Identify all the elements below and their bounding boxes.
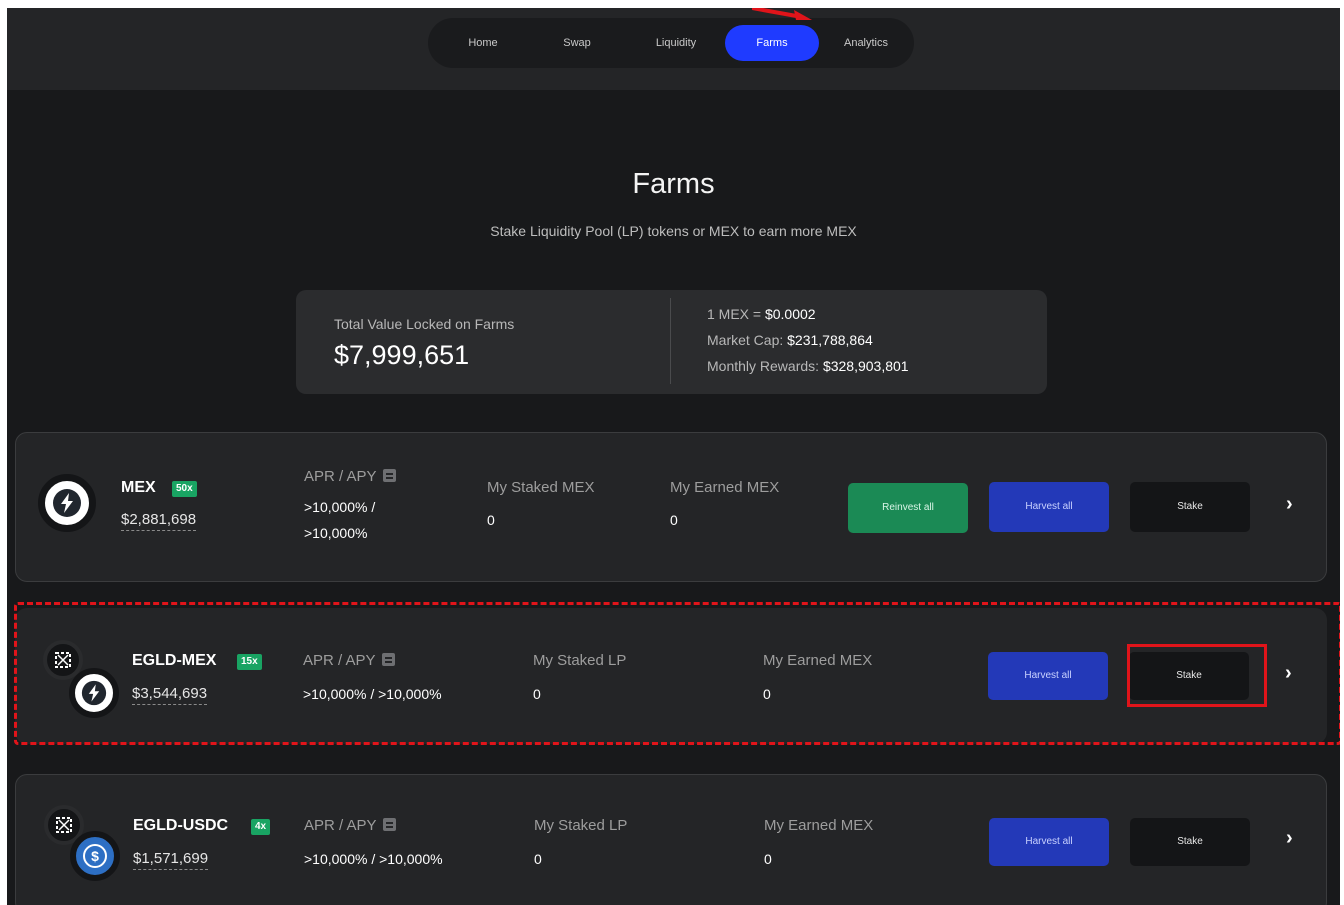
apr-value-line1: >10,000% / <box>304 499 376 515</box>
staked-label: My Staked MEX <box>487 479 595 496</box>
mex-token-icon <box>69 668 119 718</box>
stake-button[interactable]: Stake <box>1130 482 1250 532</box>
farm-name: MEX <box>121 479 156 496</box>
annotation-arrow <box>752 8 812 20</box>
apr-value: >10,000% / >10,000% <box>303 686 442 702</box>
page-title: Farms <box>632 168 715 200</box>
earned-value: 0 <box>764 851 772 867</box>
farm-tvl[interactable]: $1,571,699 <box>133 850 209 870</box>
apr-value: >10,000% / >10,000% <box>304 851 443 867</box>
staked-value: 0 <box>534 851 542 867</box>
tvl-value: $7,999,651 <box>334 340 470 370</box>
multiplier-badge: 4x <box>251 819 271 835</box>
usdc-token-icon: $ <box>70 831 120 881</box>
apr-label: APR / APY <box>304 817 396 834</box>
page-subtitle: Stake Liquidity Pool (LP) tokens or MEX … <box>490 223 857 239</box>
nav-swap[interactable]: Swap <box>542 25 612 61</box>
staked-value: 0 <box>487 512 495 528</box>
nav-home[interactable]: Home <box>450 25 516 61</box>
main-nav: Home Swap Liquidity Farms Analytics <box>428 18 914 68</box>
harvest-all-button[interactable]: Harvest all <box>988 652 1108 700</box>
earned-label: My Earned MEX <box>763 652 873 669</box>
staked-label: My Staked LP <box>533 652 627 669</box>
mex-price: 1 MEX = $0.0002 <box>707 306 816 322</box>
staked-value: 0 <box>533 686 541 702</box>
farm-tvl[interactable]: $3,544,693 <box>132 685 208 705</box>
harvest-all-button[interactable]: Harvest all <box>989 482 1109 532</box>
earned-value: 0 <box>763 686 771 702</box>
calculator-icon[interactable] <box>382 818 396 831</box>
apr-label: APR / APY <box>303 652 395 669</box>
market-cap: Market Cap: $231,788,864 <box>707 332 873 348</box>
stats-divider <box>670 298 671 384</box>
app-window: Home Swap Liquidity Farms Analytics Farm… <box>7 8 1340 905</box>
chevron-right-icon[interactable]: › <box>1286 493 1293 516</box>
farm-card-egld-mex: EGLD-MEX 15x $3,544,693 APR / APY >10,00… <box>15 608 1327 744</box>
stake-button[interactable]: Stake <box>1130 818 1250 866</box>
farm-name: EGLD-USDC <box>133 817 229 834</box>
stats-panel: Total Value Locked on Farms $7,999,651 1… <box>296 290 1047 394</box>
reinvest-all-button[interactable]: Reinvest all <box>848 483 968 533</box>
calculator-icon[interactable] <box>382 469 396 482</box>
apr-label: APR / APY <box>304 468 396 485</box>
farm-card-mex: MEX 50x $2,881,698 APR / APY >10,000% / … <box>15 432 1327 582</box>
mex-token-icon <box>38 474 96 532</box>
apr-value-line2: >10,000% <box>304 525 368 541</box>
monthly-rewards: Monthly Rewards: $328,903,801 <box>707 358 909 374</box>
nav-liquidity[interactable]: Liquidity <box>634 25 718 61</box>
earned-label: My Earned MEX <box>764 817 874 834</box>
stake-button[interactable]: Stake <box>1129 652 1249 700</box>
calculator-icon[interactable] <box>381 653 395 666</box>
nav-analytics[interactable]: Analytics <box>826 25 906 61</box>
farm-name: EGLD-MEX <box>132 652 217 669</box>
multiplier-badge: 50x <box>172 481 197 497</box>
staked-label: My Staked LP <box>534 817 628 834</box>
earned-value: 0 <box>670 512 678 528</box>
chevron-right-icon[interactable]: › <box>1285 662 1292 685</box>
harvest-all-button[interactable]: Harvest all <box>989 818 1109 866</box>
nav-farms[interactable]: Farms <box>725 25 819 61</box>
tvl-label: Total Value Locked on Farms <box>334 316 515 332</box>
farm-card-egld-usdc: $ EGLD-USDC 4x $1,571,699 APR / APY >10,… <box>15 774 1327 905</box>
chevron-right-icon[interactable]: › <box>1286 827 1293 850</box>
farm-tvl[interactable]: $2,881,698 <box>121 511 197 531</box>
multiplier-badge: 15x <box>237 654 262 670</box>
top-bar: Home Swap Liquidity Farms Analytics <box>7 8 1340 90</box>
earned-label: My Earned MEX <box>670 479 780 496</box>
svg-text:$: $ <box>91 848 99 864</box>
